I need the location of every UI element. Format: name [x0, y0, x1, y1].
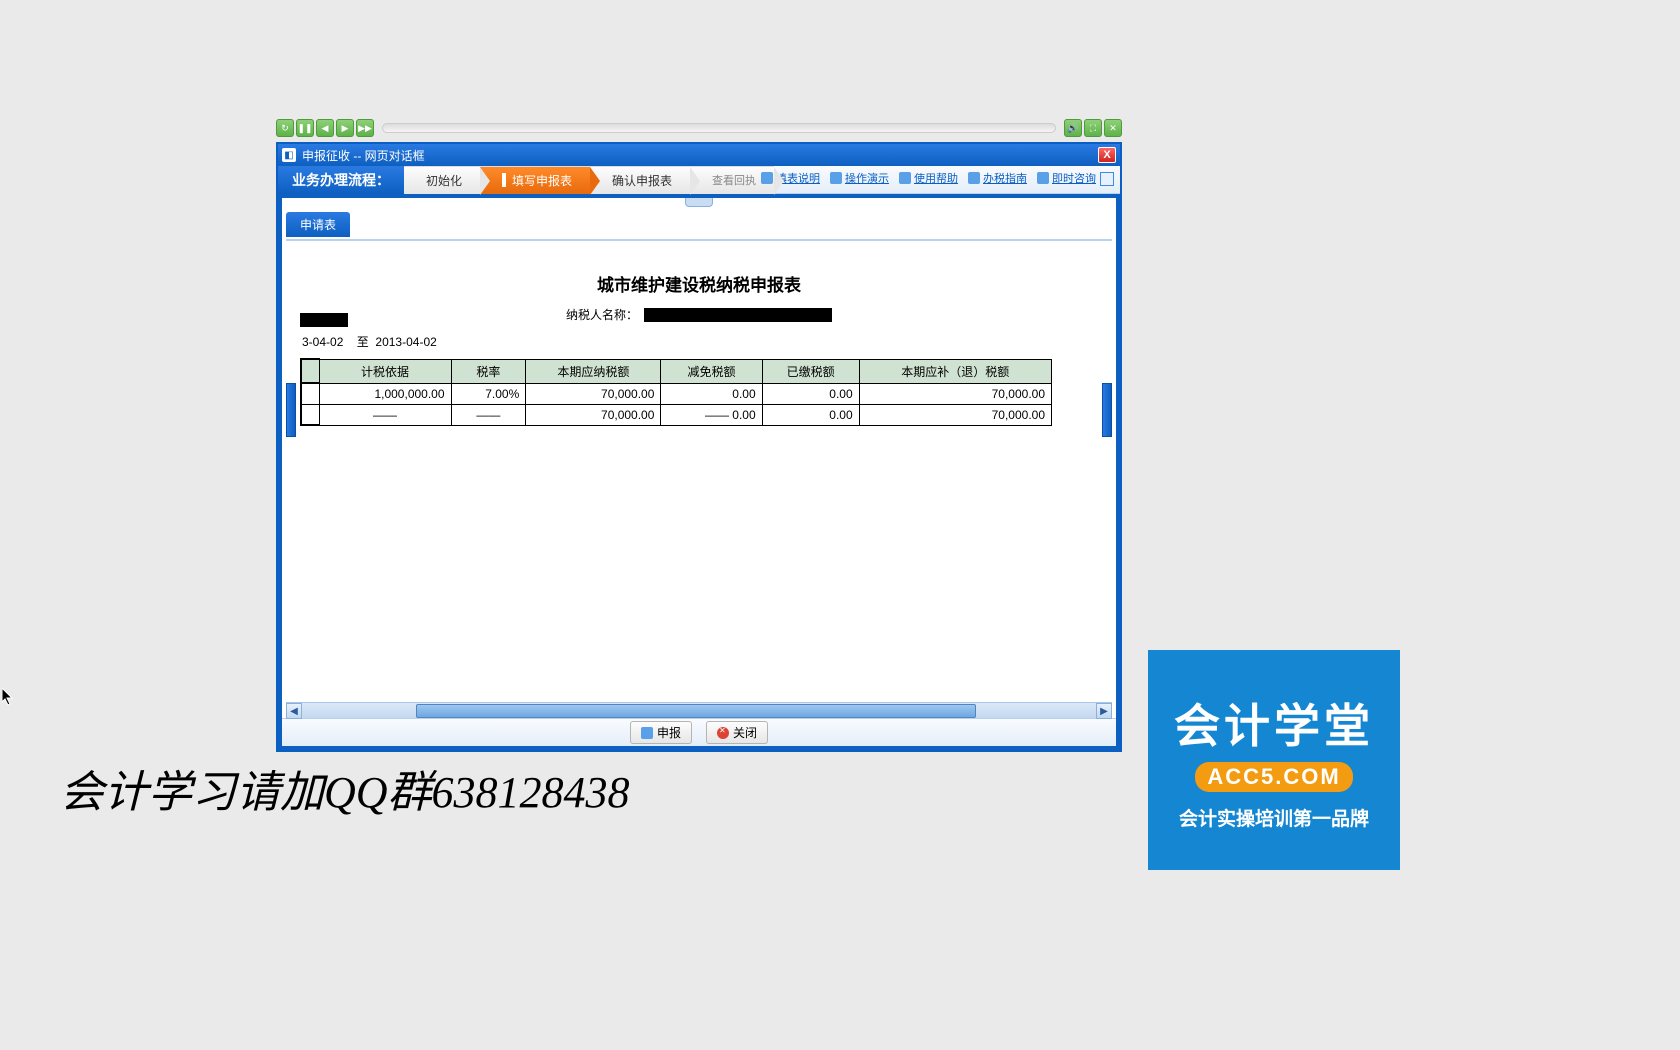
close-icon — [717, 727, 729, 739]
brand-name: 会计学堂 — [1174, 690, 1374, 756]
pause-button[interactable]: ❚❚ — [296, 119, 314, 137]
form-scroll-region: 城市维护建设税纳税申报表 纳税人名称： 3-04-02 至 2013-04-02 — [286, 241, 1112, 702]
content-area: 申请表 城市维护建设税纳税申报表 纳税人名称： 3-04-02 至 — [278, 194, 1120, 750]
help-tax-guide[interactable]: 办税指南 — [968, 170, 1027, 186]
tax-dialog: ◧ 申报征收 -- 网页对话框 X 业务办理流程： 初始化 填写申报表 确认申报… — [276, 142, 1122, 752]
horizontal-scrollbar[interactable]: ◀ ▶ — [286, 702, 1112, 718]
active-marker-icon — [502, 173, 506, 187]
th-reduction: 减免税额 — [661, 359, 762, 383]
restart-button[interactable]: ↻ — [276, 119, 294, 137]
tab-application[interactable]: 申请表 — [286, 212, 350, 237]
progress-track[interactable] — [382, 123, 1056, 133]
form-body: 城市维护建设税纳税申报表 纳税人名称： 3-04-02 至 2013-04-02 — [286, 241, 1112, 426]
flow-step-init[interactable]: 初始化 — [404, 166, 480, 194]
dialog-title: 申报征收 -- 网页对话框 — [302, 147, 425, 164]
prev-button[interactable]: ◀ — [316, 119, 334, 137]
th-rate: 税率 — [451, 359, 526, 383]
brand-domain: ACC5.COM — [1195, 762, 1352, 792]
cursor-icon — [2, 688, 14, 706]
tax-table: 计税依据 税率 本期应纳税额 减免税额 已缴税额 本期应补（退）税额 — [300, 358, 1052, 426]
volume-button[interactable]: 🔊 — [1064, 119, 1082, 137]
play-icon — [830, 172, 842, 184]
fastforward-button[interactable]: ▶▶ — [356, 119, 374, 137]
help-chat[interactable]: 即时咨询 — [1037, 170, 1096, 186]
window-icon: ◧ — [282, 148, 296, 162]
close-button[interactable]: 关闭 — [706, 721, 768, 744]
redacted-block-left — [300, 313, 348, 327]
help-usage[interactable]: 使用帮助 — [899, 170, 958, 186]
maximize-button[interactable]: ⛶ — [1084, 119, 1102, 137]
flow-step-fill[interactable]: 填写申报表 — [480, 166, 590, 194]
brand-watermark: 会计学堂 ACC5.COM 会计实操培训第一品牌 — [1148, 650, 1400, 870]
submit-icon — [641, 727, 653, 739]
next-button[interactable]: ▶ — [336, 119, 354, 137]
redacted-payer-name — [644, 308, 832, 322]
brand-slogan: 会计实操培训第一品牌 — [1179, 804, 1369, 831]
flow-step-confirm[interactable]: 确认申报表 — [590, 166, 690, 194]
th-refund: 本期应补（退）税额 — [859, 359, 1051, 383]
question-icon — [899, 172, 911, 184]
payer-label: 纳税人名称： — [566, 306, 638, 323]
help-demo[interactable]: 操作演示 — [830, 170, 889, 186]
submit-button[interactable]: 申报 — [630, 721, 692, 744]
dialog-close-button[interactable]: X — [1098, 147, 1116, 163]
flow-label: 业务办理流程： — [278, 166, 404, 194]
th-paid: 已缴税额 — [762, 359, 859, 383]
collapse-icon[interactable] — [1100, 172, 1114, 186]
scroll-left-arrow-icon[interactable]: ◀ — [286, 703, 302, 719]
period-row: 3-04-02 至 2013-04-02 — [300, 333, 1098, 350]
overlay-caption: 会计学习请加QQ群638128438 — [60, 756, 630, 820]
footer-actions: 申报 关闭 — [282, 718, 1116, 746]
dialog-titlebar: ◧ 申报征收 -- 网页对话框 X — [278, 144, 1120, 166]
chat-icon — [1037, 172, 1049, 184]
scroll-thumb[interactable] — [416, 704, 976, 718]
th-basis: 计税依据 — [319, 359, 451, 383]
book-icon — [968, 172, 980, 184]
player-controls: ↻ ❚❚ ◀ ▶ ▶▶ 🔊 ⛶ ✕ — [276, 118, 1122, 138]
help-fill-instructions[interactable]: 填表说明 — [761, 170, 820, 186]
table-row: —— —— 70,000.00 —— 0.00 0.00 70,000.00 — [301, 404, 1052, 425]
form-title: 城市维护建设税纳税申报表 — [300, 271, 1098, 296]
close-player-button[interactable]: ✕ — [1104, 119, 1122, 137]
flow-bar: 业务办理流程： 初始化 填写申报表 确认申报表 查看回执 — [278, 166, 774, 194]
doc-icon — [761, 172, 773, 184]
scroll-right-arrow-icon[interactable]: ▶ — [1096, 703, 1112, 719]
video-player-frame: ↻ ❚❚ ◀ ▶ ▶▶ 🔊 ⛶ ✕ ◧ 申报征收 -- 网页对话框 X 业务办理… — [276, 118, 1122, 752]
help-toolbar: 业务办理流程： 初始化 填写申报表 确认申报表 查看回执 填表说明 操作演示 使… — [278, 166, 1120, 194]
drag-notch-icon[interactable] — [685, 197, 713, 207]
th-blank — [301, 359, 319, 383]
table-row: 1,000,000.00 7.00% 70,000.00 0.00 0.00 7… — [301, 383, 1052, 404]
th-payable: 本期应纳税额 — [526, 359, 661, 383]
help-links: 填表说明 操作演示 使用帮助 办税指南 即时咨询 — [761, 170, 1096, 186]
